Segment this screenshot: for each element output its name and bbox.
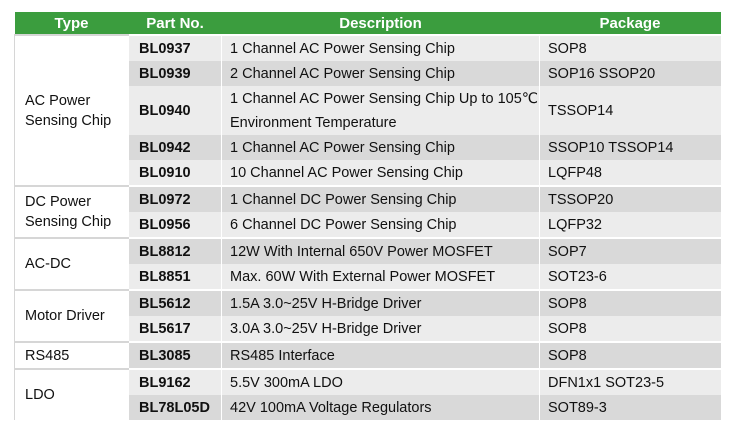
table-row: LDO BL9162 5.5V 300mA LDO DFN1x1 SOT23-5 — [14, 368, 721, 420]
description-cell: 1 Channel AC Power Sensing Chip — [221, 34, 540, 61]
part-no-cell: BL0937 — [128, 34, 222, 61]
type-cell: RS485 — [14, 341, 129, 369]
package-cell: LQFP32 — [539, 212, 721, 238]
table-row: DC Power Sensing Chip BL0972 1 Channel D… — [14, 185, 721, 238]
package-cell: SOP8 — [539, 289, 721, 316]
description-cell: 6 Channel DC Power Sensing Chip — [221, 212, 540, 238]
table-row: AC Power Sensing Chip BL0937 1 Channel A… — [14, 34, 721, 186]
part-no-cell: BL78L05D — [128, 395, 222, 420]
description-cell: Max. 60W With External Power MOSFET — [221, 264, 540, 290]
table-row: RS485 BL3085 RS485 Interface SOP8 — [14, 341, 721, 369]
description-cell: RS485 Interface — [221, 341, 540, 369]
package-cell: SOP16 SSOP20 — [539, 61, 721, 86]
table-row: Motor Driver BL5612 1.5A 3.0~25V H-Bridg… — [14, 289, 721, 342]
package-cell: TSSOP20 — [539, 185, 721, 212]
header-type: Type — [14, 12, 129, 35]
header-part-no: Part No. — [128, 12, 222, 35]
table-row: AC-DC BL8812 12W With Internal 650V Powe… — [14, 237, 721, 290]
description-cell: 12W With Internal 650V Power MOSFET — [221, 237, 540, 264]
type-cell: Motor Driver — [14, 289, 129, 342]
description-cell: 5.5V 300mA LDO — [221, 368, 540, 395]
part-no-cell: BL0942 — [128, 135, 222, 160]
header-description: Description — [221, 12, 540, 35]
type-cell: LDO — [14, 368, 129, 420]
package-cell: SOP7 — [539, 237, 721, 264]
package-cell: SOT89-3 — [539, 395, 721, 420]
part-no-cell: BL5612 — [128, 289, 222, 316]
part-no-cell: BL0940 — [128, 86, 222, 135]
description-cell: 1 Channel AC Power Sensing Chip — [221, 135, 540, 160]
description-cell: 42V 100mA Voltage Regulators — [221, 395, 540, 420]
description-cell: 1.5A 3.0~25V H-Bridge Driver — [221, 289, 540, 316]
part-no-cell: BL8851 — [128, 264, 222, 290]
part-no-cell: BL0956 — [128, 212, 222, 238]
part-no-cell: BL0910 — [128, 160, 222, 186]
part-no-cell: BL0939 — [128, 61, 222, 86]
type-cell: AC-DC — [14, 237, 129, 290]
package-cell: SSOP10 TSSOP14 — [539, 135, 721, 160]
part-no-cell: BL5617 — [128, 316, 222, 342]
product-table: Type Part No. Description Package AC Pow… — [14, 12, 721, 420]
package-cell: SOP8 — [539, 341, 721, 369]
description-cell: 1 Channel AC Power Sensing Chip Up to 10… — [221, 86, 540, 135]
part-no-cell: BL3085 — [128, 341, 222, 369]
package-cell: SOT23-6 — [539, 264, 721, 290]
package-cell: LQFP48 — [539, 160, 721, 186]
part-no-cell: BL0972 — [128, 185, 222, 212]
type-cell: DC Power Sensing Chip — [14, 185, 129, 238]
header-package: Package — [539, 12, 721, 35]
description-cell: 1 Channel DC Power Sensing Chip — [221, 185, 540, 212]
type-cell: AC Power Sensing Chip — [14, 34, 129, 186]
description-cell: 2 Channel AC Power Sensing Chip — [221, 61, 540, 86]
part-no-cell: BL8812 — [128, 237, 222, 264]
part-no-cell: BL9162 — [128, 368, 222, 395]
header-row: Type Part No. Description Package — [14, 12, 721, 35]
package-cell: SOP8 — [539, 34, 721, 61]
package-cell: DFN1x1 SOT23-5 — [539, 368, 721, 395]
description-cell: 10 Channel AC Power Sensing Chip — [221, 160, 540, 186]
description-cell: 3.0A 3.0~25V H-Bridge Driver — [221, 316, 540, 342]
package-cell: TSSOP14 — [539, 86, 721, 135]
package-cell: SOP8 — [539, 316, 721, 342]
